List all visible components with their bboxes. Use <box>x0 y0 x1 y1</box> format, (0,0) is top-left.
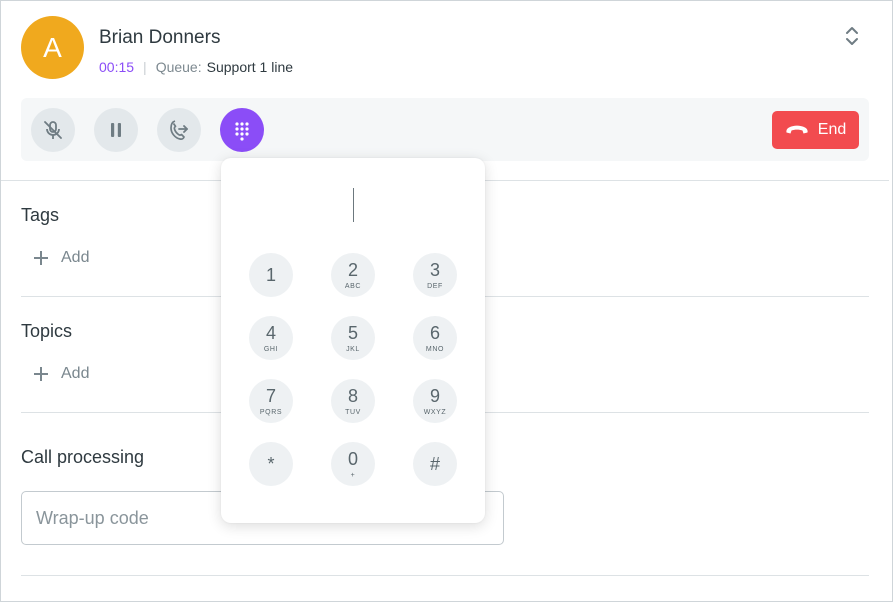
call-processing-title: Call processing <box>21 447 145 467</box>
mic-off-icon <box>44 121 62 139</box>
dial-key[interactable]: 1 <box>249 253 293 297</box>
dial-key-digit: 9 <box>429 385 440 406</box>
dial-key-digit: 4 <box>265 322 276 343</box>
hold-button[interactable] <box>94 108 138 152</box>
call-controls-bar: End <box>21 98 869 161</box>
dial-key-letters: ABC <box>344 282 362 290</box>
dial-key[interactable]: 9 WXYZ <box>413 379 457 423</box>
hang-up-icon <box>786 125 808 134</box>
dial-key-letters: TUV <box>345 408 361 416</box>
dial-key-digit: # <box>429 454 440 474</box>
dial-key[interactable]: 6 MNO <box>413 316 457 360</box>
queue-value: Support 1 line <box>206 59 294 75</box>
caller-name: Brian Donners <box>99 27 221 48</box>
dial-key[interactable]: 0 + <box>331 442 375 486</box>
dial-key[interactable]: 4 GHI <box>249 316 293 360</box>
avatar: A <box>21 16 84 79</box>
avatar-initial: A <box>43 31 62 63</box>
add-tag-button[interactable]: Add <box>33 249 89 267</box>
dial-key-letters: DEF <box>427 282 443 290</box>
dial-key-digit: 1 <box>265 265 276 285</box>
call-transfer-icon <box>170 120 188 140</box>
add-topic-label: Add <box>61 365 90 382</box>
dial-key-letters: JKL <box>346 345 360 353</box>
dial-key-letters: PQRS <box>259 408 283 416</box>
add-topic-button[interactable]: Add <box>33 365 89 383</box>
pause-icon <box>111 123 121 137</box>
text-caret <box>352 188 354 222</box>
dial-key[interactable]: 8 TUV <box>331 379 375 423</box>
meta-divider: | <box>143 59 147 75</box>
call-timer: 00:15 <box>99 59 135 75</box>
dial-key-digit: 0 <box>347 448 358 469</box>
dial-key-digit: 6 <box>429 322 440 343</box>
dial-key-letters: + <box>350 471 356 479</box>
dial-number-input[interactable] <box>241 186 465 224</box>
queue-label: Queue: <box>155 59 202 75</box>
plus-icon <box>34 367 48 381</box>
dial-key[interactable]: 3 DEF <box>413 253 457 297</box>
dial-key[interactable]: * <box>249 442 293 486</box>
dial-key-letters: MNO <box>425 345 445 353</box>
dial-key-letters: WXYZ <box>423 408 447 416</box>
dialpad-icon <box>235 122 249 141</box>
plus-icon <box>34 251 48 265</box>
dial-key-letters: GHI <box>263 345 279 353</box>
topics-title: Topics <box>21 321 73 341</box>
transfer-button[interactable] <box>157 108 201 152</box>
end-label: End <box>817 121 847 138</box>
dial-key-digit: 5 <box>347 322 358 343</box>
dial-key[interactable]: # <box>413 442 457 486</box>
tags-title: Tags <box>21 205 60 225</box>
divider <box>21 575 869 576</box>
end-call-button[interactable]: End <box>772 111 859 149</box>
dial-key[interactable]: 5 JKL <box>331 316 375 360</box>
call-meta: 00:15 | Queue: Support 1 line <box>99 59 293 75</box>
dial-key-digit: * <box>267 454 275 474</box>
dial-key-digit: 7 <box>265 385 276 406</box>
dial-key-digit: 2 <box>347 259 358 280</box>
expand-collapse-icon[interactable] <box>842 24 862 48</box>
dialpad-button[interactable] <box>220 108 264 152</box>
dialpad-popover: 1 2 ABC 3 DEF 4 GHI 5 JKL 6 MNO 7 PQRS 8 TUV 9 WXYZ * 0 + # <box>221 158 485 523</box>
dial-key-digit: 3 <box>429 259 440 280</box>
mute-button[interactable] <box>31 108 75 152</box>
dial-key[interactable]: 2 ABC <box>331 253 375 297</box>
add-tag-label: Add <box>61 249 90 266</box>
dial-key[interactable]: 7 PQRS <box>249 379 293 423</box>
dial-key-digit: 8 <box>347 385 358 406</box>
